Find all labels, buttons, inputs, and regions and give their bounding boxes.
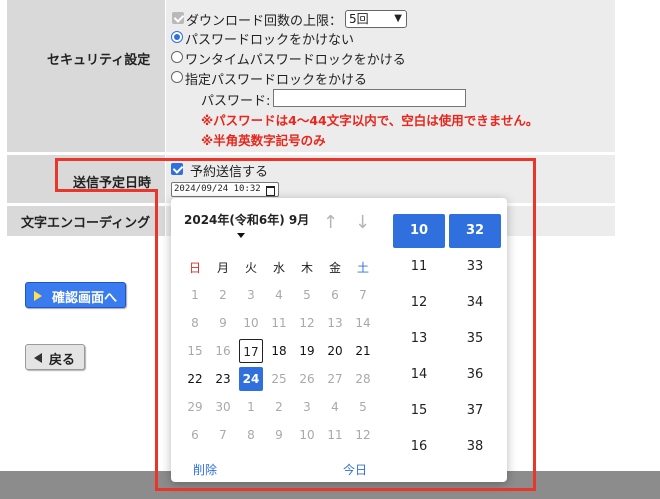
radio-custom-password[interactable] — [171, 71, 183, 83]
arrow-left-icon — [34, 353, 42, 363]
security-label-cell — [7, 0, 165, 152]
radio-onetime-password-label: ワンタイムパスワードロックをかける — [185, 53, 406, 68]
password-label: パスワード: — [201, 94, 271, 109]
highlight-frame — [55, 158, 536, 192]
radio-no-password-label: パスワードロックをかけない — [185, 33, 355, 48]
confirm-button-label: 確認画面へ — [52, 291, 118, 306]
chevron-down-icon: ▼ — [394, 13, 402, 24]
password-input[interactable] — [273, 89, 466, 107]
highlight-frame-lower — [155, 190, 536, 491]
download-limit-select[interactable]: 5回 ▼ — [345, 10, 407, 28]
confirm-button[interactable]: 確認画面へ — [25, 282, 126, 308]
back-button[interactable]: 戻る — [25, 344, 85, 370]
password-note-length: ※パスワードは4〜44文字以内で、空白は使用できません。 — [201, 113, 539, 128]
highlight-frame-step — [55, 189, 158, 192]
radio-custom-password-label: 指定パスワードロックをかける — [185, 73, 368, 88]
download-limit-value: 5回 — [349, 12, 369, 26]
radio-no-password[interactable] — [171, 31, 183, 43]
security-label: セキュリティ設定 — [47, 53, 151, 68]
radio-onetime-password[interactable] — [171, 51, 183, 63]
play-icon — [34, 291, 42, 301]
encoding-label: 文字エンコーディング — [21, 216, 151, 231]
back-button-label: 戻る — [49, 353, 76, 368]
download-limit-label: ダウンロード回数の上限： — [186, 14, 343, 29]
download-limit-checkbox[interactable] — [172, 12, 184, 24]
password-note-charset: ※半角英数字記号のみ — [201, 133, 326, 148]
